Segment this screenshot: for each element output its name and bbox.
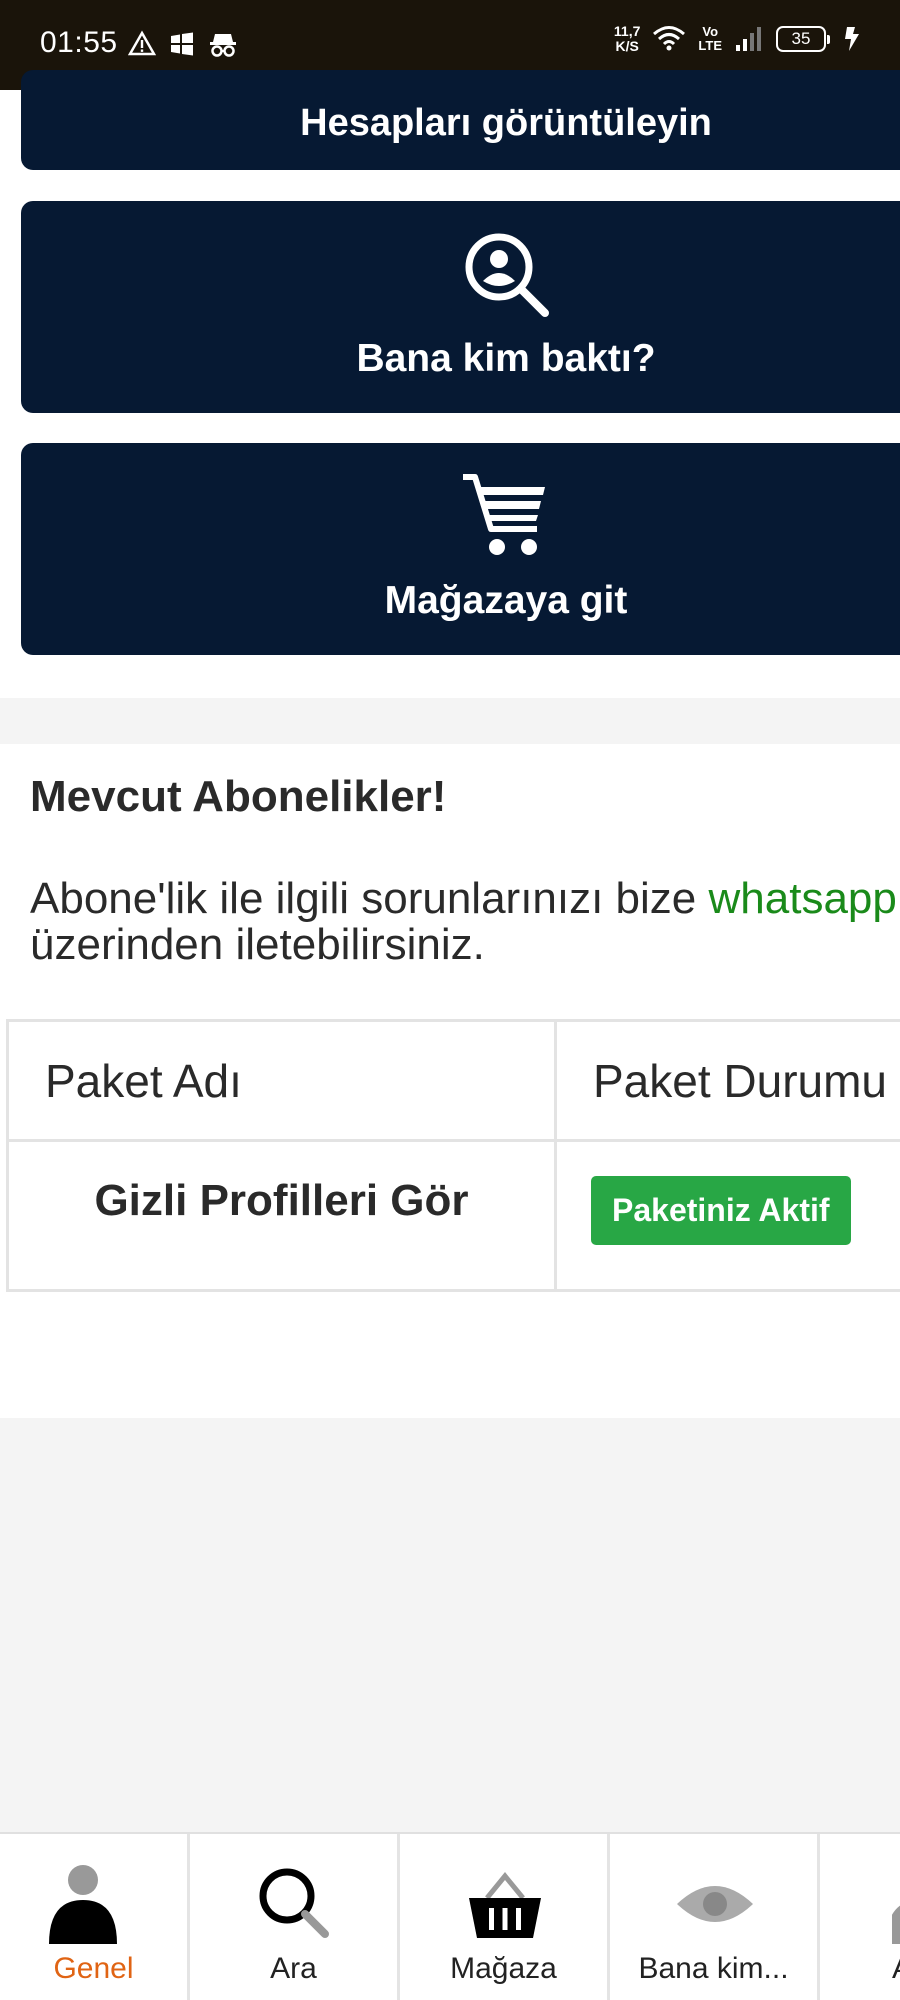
charging-icon [845, 27, 859, 51]
subscriptions-table: Paket Adı Paket Durumu Gizli Profilleri … [6, 1019, 900, 1292]
view-accounts-button[interactable]: Hesapları görüntüleyin [21, 70, 900, 170]
who-viewed-me-label: Bana kim baktı? [356, 337, 656, 380]
basket-icon [469, 1872, 541, 1938]
notification-icons [128, 30, 238, 58]
nav-tab-account[interactable]: A [820, 1834, 900, 2000]
subscriptions-section: Mevcut Abonelikler! Abone'lik ile ilgili… [0, 744, 900, 1418]
whatsapp-link[interactable]: whatsapp [709, 874, 897, 923]
view-accounts-label: Hesapları görüntüleyin [300, 102, 712, 144]
network-speed-value: 11,7 [613, 23, 641, 39]
windows-icon [171, 32, 193, 56]
wifi-icon [653, 26, 686, 51]
battery-indicator: 35 [776, 26, 830, 52]
incognito-icon [210, 34, 236, 57]
package-name-cell: Gizli Profilleri Gör [6, 1139, 557, 1292]
header-package-status: Paket Durumu [554, 1019, 900, 1142]
app-screen: 01:55 11,7 K/S Vo LTE 35 Hesapları görün… [0, 0, 900, 2000]
subscriptions-title: Mevcut Abonelikler! [30, 772, 447, 821]
system-icons: 11,7 K/S Vo LTE 35 [614, 24, 864, 54]
info-text-start: Abone'lik ile ilgili sorunlarınızı bize [30, 874, 709, 923]
quick-actions-section: Hesapları görüntüleyin Bana kim baktı? M… [0, 70, 900, 698]
table-row: Gizli Profilleri Gör Paketiniz Aktif [6, 1139, 900, 1292]
nav-tab-magaza[interactable]: Mağaza [400, 1834, 610, 2000]
nav-label: Bana kim... [638, 1952, 789, 1985]
who-viewed-me-button[interactable]: Bana kim baktı? [21, 201, 900, 413]
network-speed-unit: K/S [615, 38, 639, 54]
nav-tab-genel[interactable]: Genel [0, 1834, 190, 2000]
person-icon [49, 1865, 117, 1944]
bottom-navigation: Genel Ara Mağaza Bana kim... [0, 1832, 900, 2000]
search-icon [259, 1868, 329, 1938]
nav-tab-ara[interactable]: Ara [190, 1834, 400, 2000]
volte-indicator: Vo LTE [698, 25, 722, 53]
info-text-end: üzerinden iletebilirsiniz. [30, 920, 485, 969]
table-header-row: Paket Adı Paket Durumu [6, 1019, 900, 1142]
cart-icon [463, 474, 545, 555]
status-badge: Paketiniz Aktif [591, 1176, 851, 1245]
header-package-name: Paket Adı [6, 1019, 557, 1142]
volte-top: Vo [702, 24, 719, 39]
nav-label: A [892, 1952, 900, 1986]
person-icon [892, 1905, 900, 1944]
nav-label: Mağaza [450, 1952, 557, 1985]
nav-tab-bana-kim[interactable]: Bana kim... [610, 1834, 820, 2000]
nav-label: Genel [53, 1952, 134, 1985]
nav-label: Ara [270, 1952, 317, 1985]
network-speed: 11,7 K/S [614, 24, 640, 54]
package-status-cell: Paketiniz Aktif [554, 1139, 900, 1292]
go-to-store-button[interactable]: Mağazaya git [21, 443, 900, 655]
subscriptions-info: Abone'lik ile ilgili sorunlarınızı bize … [30, 876, 900, 968]
signal-icon [736, 27, 761, 51]
volte-bottom: LTE [698, 38, 722, 53]
eye-icon [677, 1886, 753, 1922]
go-to-store-label: Mağazaya git [384, 579, 628, 622]
warning-icon [128, 30, 156, 56]
profile-search-icon [465, 233, 549, 317]
status-time: 01:55 [40, 26, 118, 59]
